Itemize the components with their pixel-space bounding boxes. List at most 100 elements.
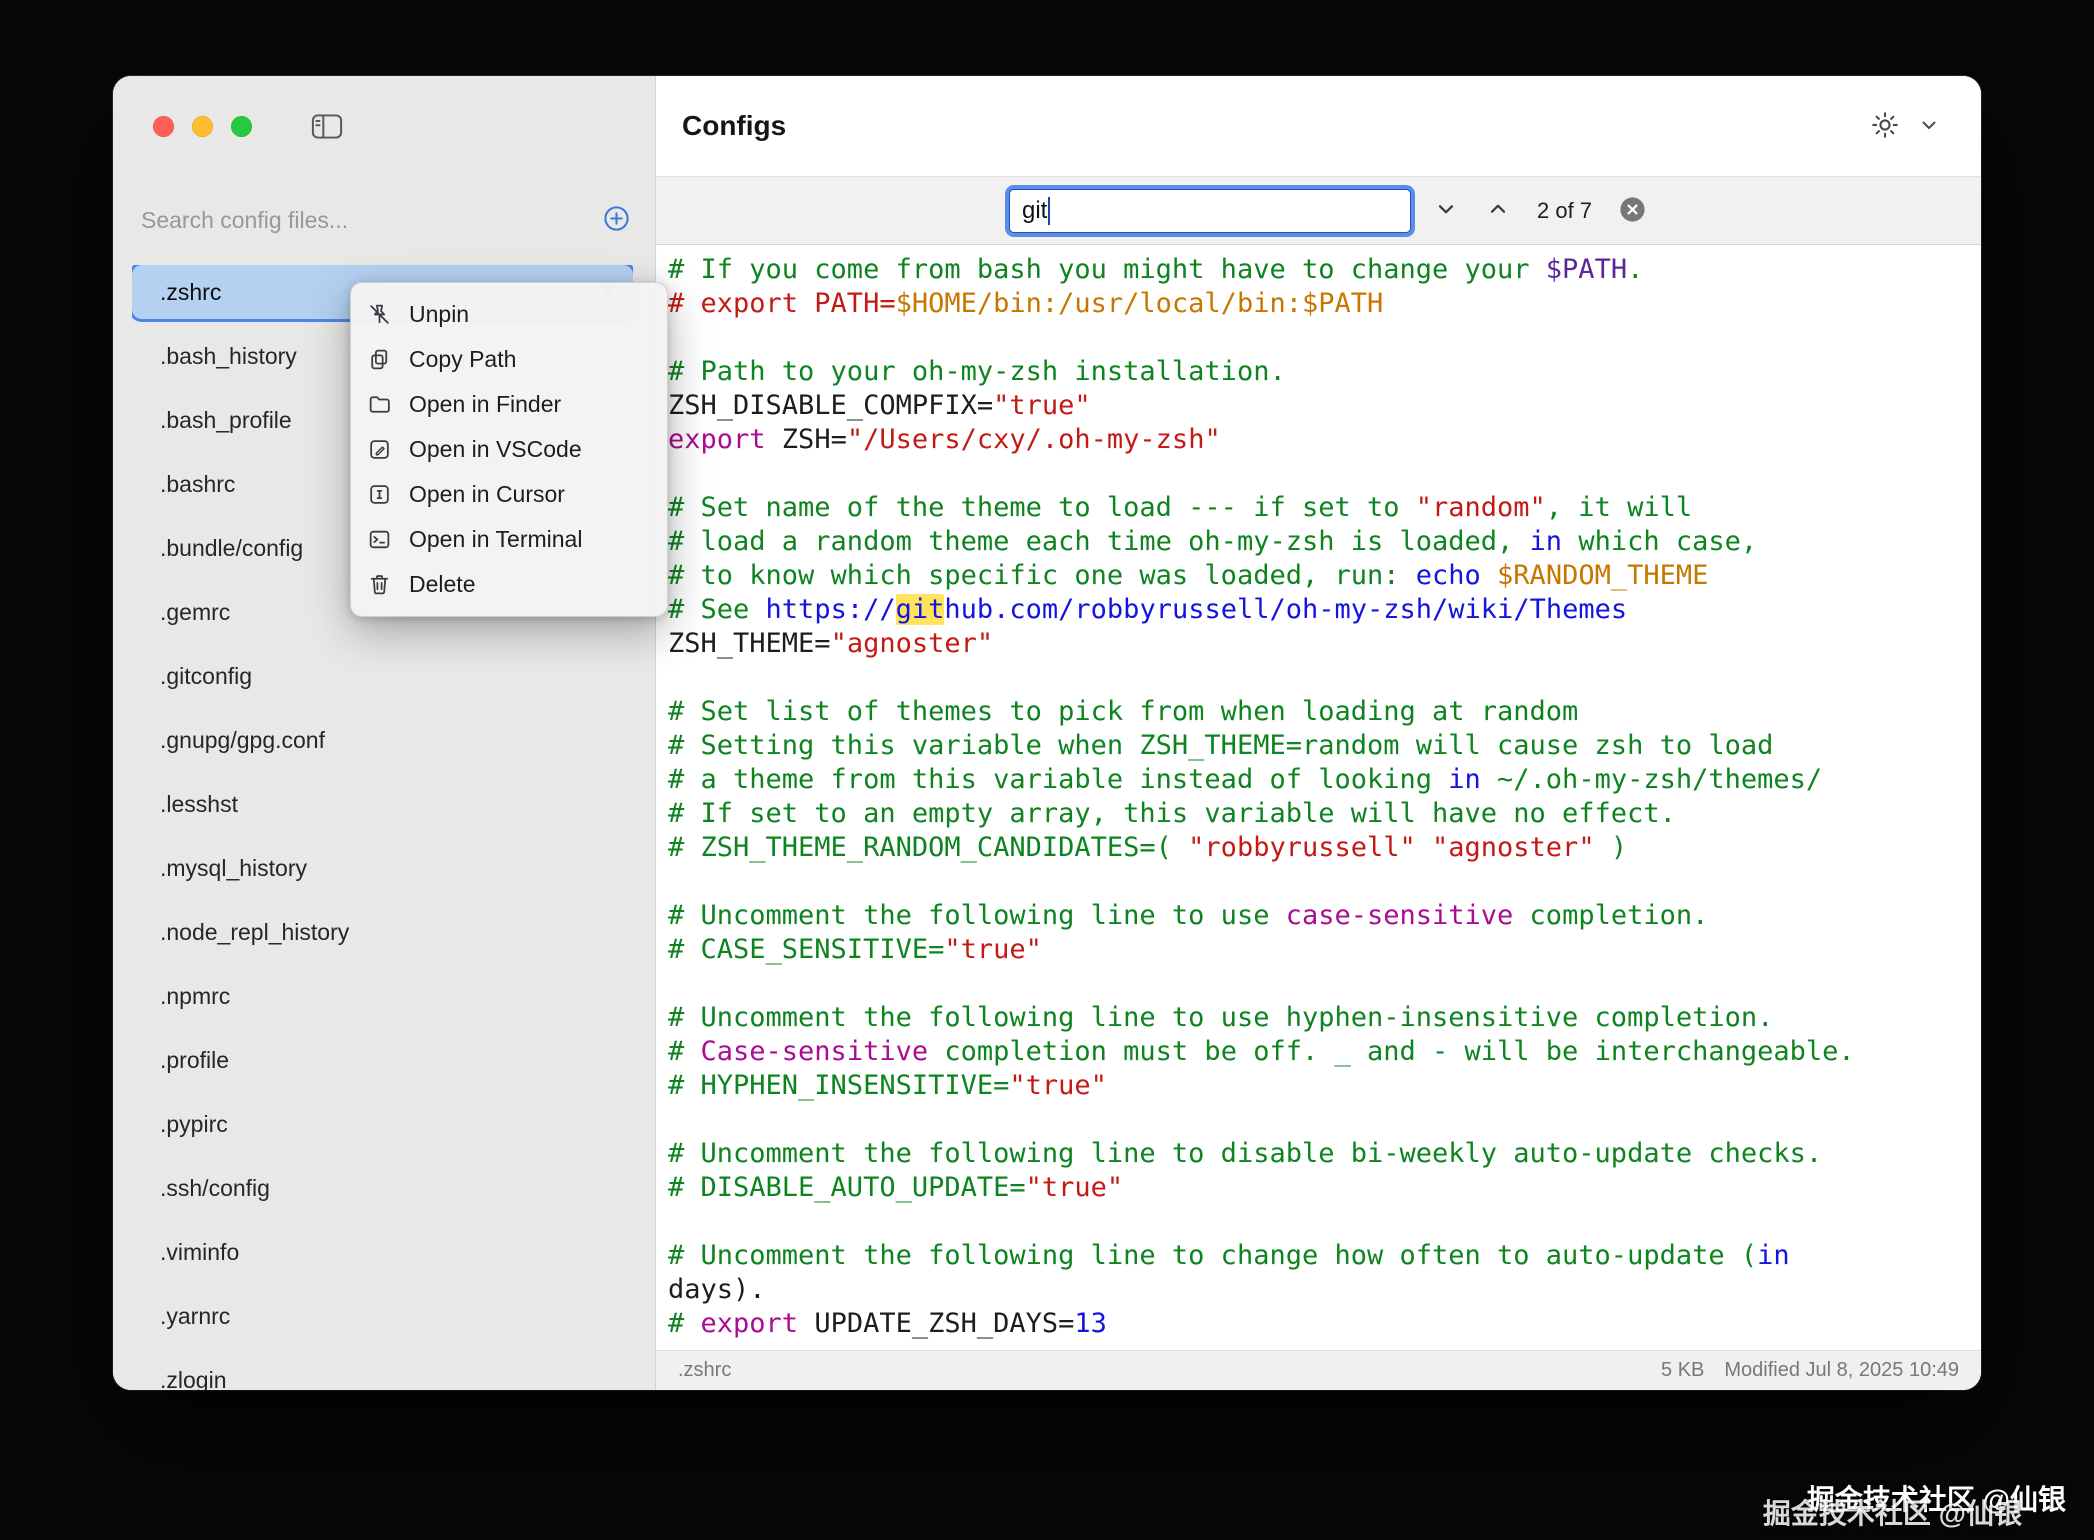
sidebar-item-gnupg-gpg-conf[interactable]: .gnupg/gpg.conf [132, 713, 633, 767]
zoom-window-button[interactable] [231, 116, 252, 137]
code-line: # Uncomment the following line to change… [668, 1239, 1981, 1273]
status-modified-date: Modified Jul 8, 2025 10:49 [1724, 1359, 1959, 1382]
code-line: # ZSH_THEME_RANDOM_CANDIDATES=( "robbyru… [668, 831, 1981, 865]
code-line [668, 661, 1981, 695]
file-name: .bashrc [160, 471, 235, 498]
code-line: # DISABLE_AUTO_UPDATE="true" [668, 1171, 1981, 1205]
code-line: # Setting this variable when ZSH_THEME=r… [668, 729, 1981, 763]
search-match-highlight: git [896, 594, 945, 625]
file-name: .zshrc [160, 279, 221, 306]
sidebar-item-pypirc[interactable]: .pypirc [132, 1097, 633, 1151]
menu-item-label: Delete [409, 571, 475, 598]
sidebar-search [141, 198, 633, 242]
terminal-icon [367, 527, 395, 553]
code-editor[interactable]: # If you come from bash you might have t… [656, 245, 1981, 1350]
file-name: .lesshst [160, 791, 238, 818]
menu-item-open-in-cursor[interactable]: Open in Cursor [351, 472, 667, 517]
desktop-background: .zshrc .bash_history .bash_profile .bashrc.… [0, 0, 2094, 1540]
menu-item-delete[interactable]: Delete [351, 562, 667, 607]
file-name: .viminfo [160, 1239, 239, 1266]
copy-path-icon [367, 347, 395, 373]
minimize-window-button[interactable] [192, 116, 213, 137]
find-input[interactable]: git [1009, 189, 1411, 233]
file-name: .yarnrc [160, 1303, 230, 1330]
menu-item-unpin[interactable]: Unpin [351, 292, 667, 337]
text-caret [1048, 197, 1050, 225]
sidebar-item-profile[interactable]: .profile [132, 1033, 633, 1087]
sidebar: .zshrc .bash_history .bash_profile .bashrc.… [113, 76, 656, 1390]
file-name: .bash_history [160, 343, 297, 370]
chevron-up-icon [1485, 210, 1511, 225]
file-name: .ssh/config [160, 1175, 270, 1202]
code-line: # Uncomment the following line to disabl… [668, 1137, 1981, 1171]
menu-item-label: Copy Path [409, 346, 516, 373]
vscode-icon [367, 437, 395, 463]
sidebar-item-ssh-config[interactable]: .ssh/config [132, 1161, 633, 1215]
menu-item-label: Open in VSCode [409, 436, 582, 463]
main-pane: Configs git [656, 76, 1981, 1390]
sidebar-search-input[interactable] [141, 207, 599, 234]
menu-item-label: Open in Cursor [409, 481, 565, 508]
theme-toggle-button[interactable] [1869, 109, 1901, 144]
watermark-text-echo: 掘金技术社区 @仙银 [1763, 1492, 2022, 1532]
menu-item-label: Open in Finder [409, 391, 561, 418]
code-line: # Set list of themes to pick from when l… [668, 695, 1981, 729]
code-line [668, 1205, 1981, 1239]
menu-item-label: Open in Terminal [409, 526, 582, 553]
code-line: # export PATH=$HOME/bin:/usr/local/bin:$… [668, 287, 1981, 321]
file-name: .gemrc [160, 599, 230, 626]
file-name: .bash_profile [160, 407, 292, 434]
unpin-icon [367, 302, 395, 328]
sidebar-item-viminfo[interactable]: .viminfo [132, 1225, 633, 1279]
sidebar-item-node-repl-history[interactable]: .node_repl_history [132, 905, 633, 959]
file-name: .gnupg/gpg.conf [160, 727, 325, 754]
code-line [668, 1103, 1981, 1137]
app-window: .zshrc .bash_history .bash_profile .bashrc.… [113, 76, 1981, 1390]
sidebar-item-zlogin[interactable]: .zlogin [132, 1353, 633, 1390]
menu-item-open-in-vscode[interactable]: Open in VSCode [351, 427, 667, 472]
menu-item-copy-path[interactable]: Copy Path [351, 337, 667, 382]
code-line: days). [668, 1273, 1981, 1307]
code-line: # Set name of the theme to load --- if s… [668, 491, 1981, 525]
sidebar-item-yarnrc[interactable]: .yarnrc [132, 1289, 633, 1343]
menu-item-label: Unpin [409, 301, 469, 328]
watermark: 掘金技术社区 @仙银 掘金技术社区 @仙银 [1807, 1478, 2066, 1518]
theme-menu-chevron-button[interactable] [1917, 113, 1941, 140]
code-line: # load a random theme each time oh-my-zs… [668, 525, 1981, 559]
sidebar-item-lesshst[interactable]: .lesshst [132, 777, 633, 831]
menu-item-open-in-finder[interactable]: Open in Finder [351, 382, 667, 427]
file-name: .pypirc [160, 1111, 228, 1138]
chevron-down-icon [1433, 210, 1459, 225]
file-name: .zlogin [160, 1367, 226, 1391]
code-line: # If you come from bash you might have t… [668, 253, 1981, 287]
code-line: ZSH_DISABLE_COMPFIX="true" [668, 389, 1981, 423]
close-window-button[interactable] [153, 116, 174, 137]
code-line: # export UPDATE_ZSH_DAYS=13 [668, 1307, 1981, 1341]
find-bar: git 2 of 7 [656, 176, 1981, 245]
find-previous-button[interactable] [1485, 196, 1511, 225]
sidebar-item-gitconfig[interactable]: .gitconfig [132, 649, 633, 703]
code-line: # See https://github.com/robbyrussell/oh… [668, 593, 1981, 627]
menu-item-open-in-terminal[interactable]: Open in Terminal [351, 517, 667, 562]
sidebar-item-mysql-history[interactable]: .mysql_history [132, 841, 633, 895]
sidebar-item-npmrc[interactable]: .npmrc [132, 969, 633, 1023]
code-line: # If set to an empty array, this variabl… [668, 797, 1981, 831]
code-line: # to know which specific one was loaded,… [668, 559, 1981, 593]
plus-circle-icon [601, 222, 632, 237]
file-name: .profile [160, 1047, 229, 1074]
find-next-button[interactable] [1433, 196, 1459, 225]
add-config-button[interactable] [599, 203, 633, 237]
code-line [668, 321, 1981, 355]
chevron-down-icon [1917, 113, 1941, 140]
code-line: # a theme from this variable instead of … [668, 763, 1981, 797]
code-line: # Path to your oh-my-zsh installation. [668, 355, 1981, 389]
sidebar-toggle-icon [310, 128, 344, 143]
status-bar: .zshrc 5 KB Modified Jul 8, 2025 10:49 [656, 1350, 1981, 1390]
code-line: export ZSH="/Users/cxy/.oh-my-zsh" [668, 423, 1981, 457]
code-line [668, 967, 1981, 1001]
titlebar-actions [1869, 109, 1941, 144]
sidebar-toggle-button[interactable] [309, 113, 345, 141]
find-close-button[interactable] [1618, 195, 1647, 227]
cursor-icon [367, 482, 395, 508]
code-line: # Case-sensitive completion must be off.… [668, 1035, 1981, 1069]
